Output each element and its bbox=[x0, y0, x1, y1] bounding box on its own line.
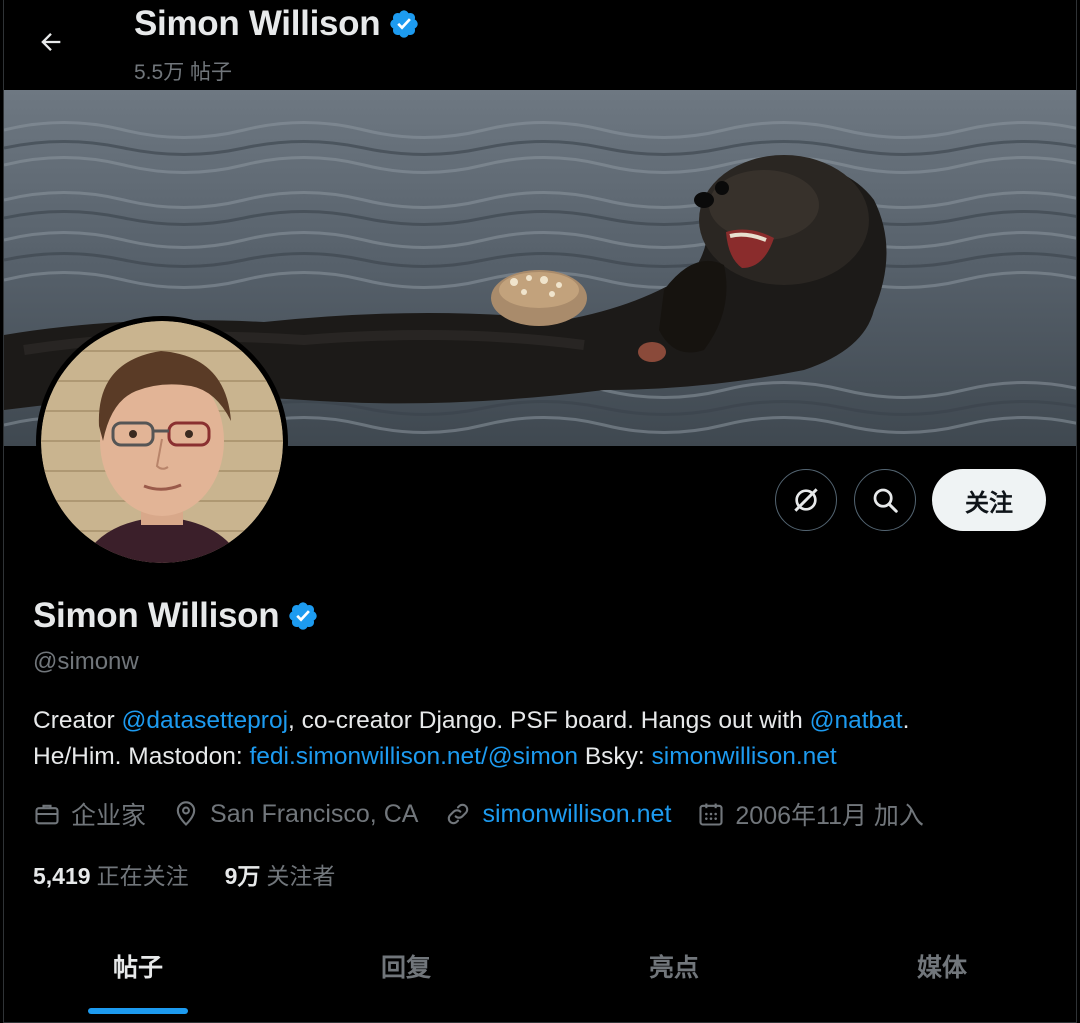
following-count: 5,419 bbox=[33, 863, 91, 889]
tab-replies[interactable]: 回复 bbox=[272, 920, 540, 1022]
tab-media[interactable]: 媒体 bbox=[808, 920, 1076, 1022]
active-tab-indicator bbox=[88, 1008, 188, 1014]
avatar-image bbox=[41, 321, 283, 563]
meta-location: San Francisco, CA bbox=[172, 800, 418, 829]
verified-badge-icon bbox=[390, 10, 418, 38]
bio-text: Bsky: bbox=[578, 743, 652, 770]
profile-bio: Creator @datasetteproj, co-creator Djang… bbox=[33, 703, 1053, 775]
meta-occupation: 企业家 bbox=[33, 796, 146, 832]
mastodon-link[interactable]: fedi.simonwillison.net/@simon bbox=[250, 743, 579, 770]
profile-avatar[interactable] bbox=[36, 316, 288, 568]
location-text: San Francisco, CA bbox=[210, 799, 419, 828]
tab-label: 回复 bbox=[380, 954, 431, 982]
meta-joined: 2006年11月 加入 bbox=[697, 796, 924, 832]
profile-handle: @simonw bbox=[33, 648, 139, 675]
occupation-text: 企业家 bbox=[71, 802, 147, 830]
grok-button[interactable] bbox=[775, 469, 837, 531]
back-button[interactable] bbox=[31, 22, 71, 62]
location-pin-icon bbox=[176, 801, 196, 826]
mention-link-datasetteproj[interactable]: @datasetteproj bbox=[122, 707, 289, 734]
website-link[interactable]: simonwillison.net bbox=[482, 800, 671, 829]
bio-text: Creator bbox=[33, 707, 122, 734]
tab-highlights[interactable]: 亮点 bbox=[540, 920, 808, 1022]
followers-count: 9万 bbox=[224, 863, 261, 889]
bio-text: . bbox=[902, 707, 910, 734]
grok-icon bbox=[794, 488, 818, 512]
calendar-icon bbox=[699, 803, 723, 826]
briefcase-icon bbox=[35, 804, 59, 825]
arrow-left-icon bbox=[41, 33, 61, 51]
mention-link-natbat[interactable]: @natbat bbox=[810, 707, 903, 734]
header-post-count: 5.5万 帖子 bbox=[134, 61, 233, 84]
bio-text: , co-creator Django. PSF board. Hangs ou… bbox=[288, 707, 810, 734]
followers-label: 关注者 bbox=[266, 863, 336, 889]
profile-tabs: 帖子 回复 亮点 媒体 bbox=[4, 920, 1076, 1023]
bio-line-1: Creator @datasetteproj, co-creator Djang… bbox=[33, 703, 1053, 739]
tab-label: 媒体 bbox=[916, 954, 967, 982]
bio-line-2: He/Him. Mastodon: fedi.simonwillison.net… bbox=[33, 739, 1053, 775]
tab-label: 亮点 bbox=[648, 954, 699, 982]
link-icon bbox=[448, 803, 469, 825]
tab-label: 帖子 bbox=[112, 954, 163, 982]
tab-posts[interactable]: 帖子 bbox=[4, 920, 272, 1022]
bio-text: He/Him. Mastodon: bbox=[33, 743, 250, 770]
search-profile-button[interactable] bbox=[854, 469, 916, 531]
display-name: Simon Willison bbox=[33, 596, 280, 635]
verified-badge-icon[interactable] bbox=[287, 600, 319, 632]
following-label: 正在关注 bbox=[96, 863, 189, 889]
following-stat[interactable]: 5,419 正在关注 bbox=[33, 857, 189, 891]
profile-meta: 企业家 San Francisco, CA simonwillison.net bbox=[33, 794, 950, 834]
header-title: Simon Willison bbox=[134, 4, 420, 44]
profile-stats: 5,419 正在关注 9万 关注者 bbox=[33, 856, 371, 892]
header-name: Simon Willison bbox=[134, 4, 381, 43]
search-icon bbox=[873, 488, 898, 513]
top-bar: Simon Willison 5.5万 帖子 bbox=[4, 0, 1076, 90]
profile-name: Simon Willison bbox=[33, 596, 319, 636]
followers-stat[interactable]: 9万 关注者 bbox=[225, 857, 336, 891]
follow-button[interactable]: 关注 bbox=[932, 469, 1046, 531]
bsky-link[interactable]: simonwillison.net bbox=[652, 743, 837, 770]
meta-website: simonwillison.net bbox=[444, 800, 671, 829]
joined-text: 2006年11月 加入 bbox=[735, 802, 924, 830]
profile-page: Simon Willison 5.5万 帖子 关注 Simon Willison… bbox=[3, 0, 1077, 1023]
